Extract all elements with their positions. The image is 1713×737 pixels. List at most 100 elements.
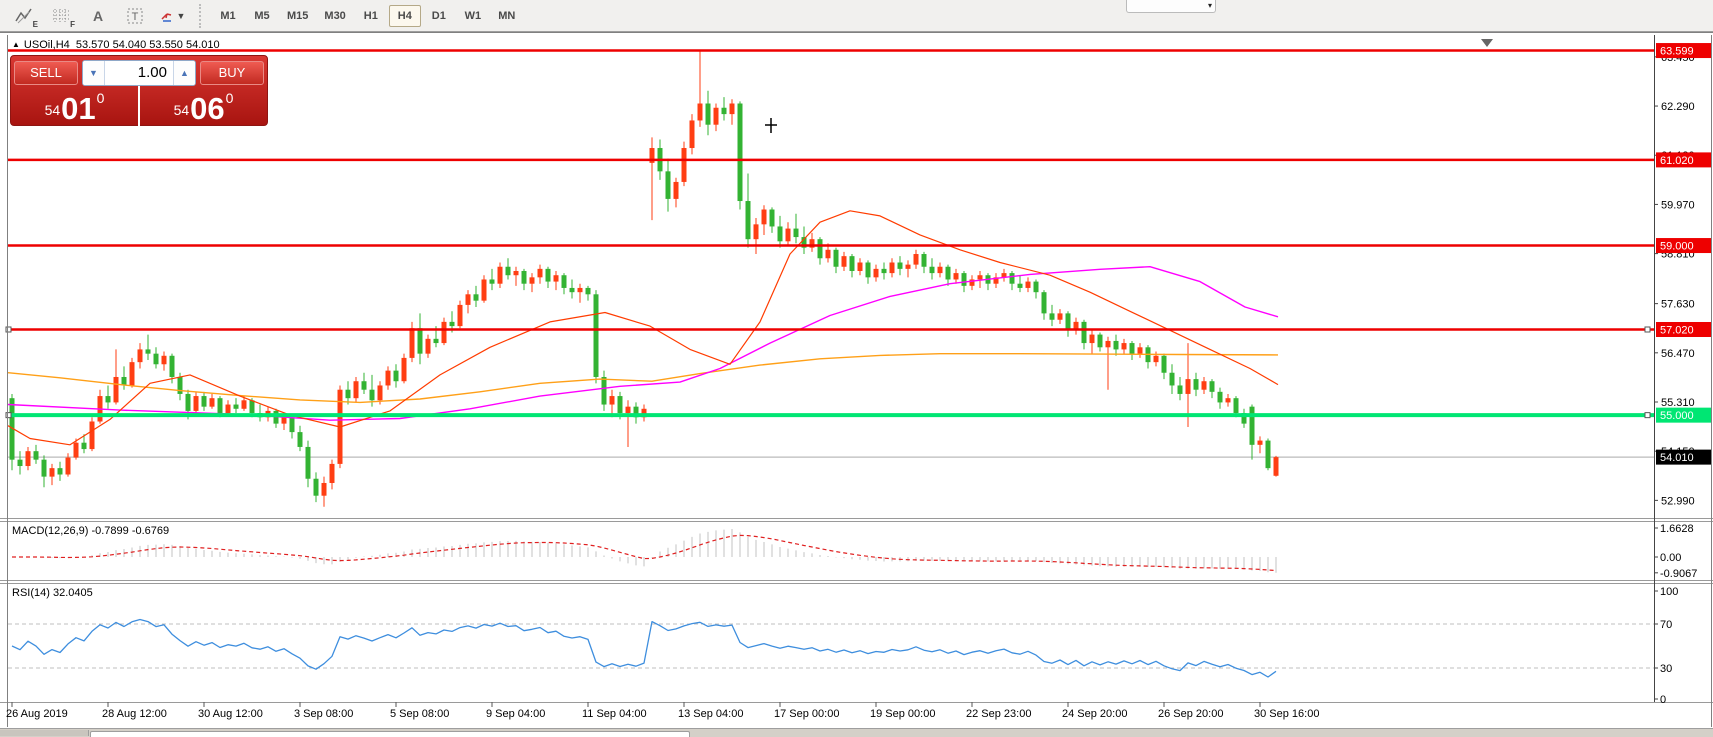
price-tick-label: 56.470 [1661,348,1695,360]
grid-icon[interactable]: F [45,3,77,29]
time-tick-label: 19 Sep 00:00 [870,708,935,720]
candle [514,271,519,275]
chevron-down-icon: ▼ [177,11,186,21]
candle [546,269,551,282]
candle [618,396,623,413]
chart-canvas[interactable]: 63.45062.29061.13059.97058.81057.63056.4… [0,33,1713,728]
candle [682,148,687,182]
candle [890,263,895,274]
candle [978,275,983,279]
candle [1106,341,1111,347]
candle [490,279,495,283]
candle [330,464,335,483]
candle [42,460,47,477]
timeframe-m30[interactable]: M30 [317,5,352,27]
candle [130,362,135,385]
candle [226,405,231,413]
panel-collapse-icon[interactable]: ▲ [12,40,20,49]
timeframe-m5[interactable]: M5 [246,5,278,27]
candle [114,377,119,402]
status-strip-panel [90,731,690,737]
macd-tick-label: -0.9067 [1660,568,1697,580]
objects-icon[interactable]: ▼ [156,3,188,29]
candle [1162,356,1167,373]
timeframe-mn[interactable]: MN [491,5,523,27]
one-click-trade-panel: SELL ▼ ▲ BUY 54 01 0 54 06 0 [10,55,268,126]
timeframe-w1[interactable]: W1 [457,5,489,27]
candle [1042,292,1047,313]
candle [74,443,79,458]
candle [930,267,935,273]
candle [554,275,559,281]
timeframe-h1[interactable]: H1 [355,5,387,27]
candle [818,239,823,258]
sell-button[interactable]: SELL [14,61,78,85]
volume-decrease-button[interactable]: ▼ [83,61,105,85]
candle [1058,313,1063,319]
buy-price-pipette: 0 [226,90,234,106]
candle [282,417,287,423]
volume-input[interactable] [105,61,173,85]
candle [578,288,583,292]
candle [498,267,503,284]
candle [306,447,311,479]
level-handle[interactable] [6,413,11,418]
candle [362,381,367,389]
candle [586,288,591,294]
candle [1186,379,1191,394]
candle [58,468,63,474]
timeframe-m15[interactable]: M15 [280,5,315,27]
candle [666,171,671,199]
timeframe-m1[interactable]: M1 [212,5,244,27]
buy-price[interactable]: 54 06 0 [140,86,267,126]
indicators-icon[interactable]: E [8,3,40,29]
candle [1090,335,1095,343]
candle [1266,441,1271,469]
candle [466,294,471,305]
volume-increase-button[interactable]: ▲ [173,61,195,85]
candle [154,354,159,365]
candle [210,398,215,406]
level-handle[interactable] [6,327,11,332]
candle [1082,322,1087,343]
candle [922,254,927,267]
timeframe-h4[interactable]: H4 [389,5,421,27]
level-handle[interactable] [1645,413,1650,418]
sell-price[interactable]: 54 01 0 [11,86,140,126]
candle [186,394,191,411]
time-tick-label: 3 Sep 08:00 [294,708,353,720]
level-handle[interactable] [1645,327,1650,332]
candle [906,265,911,269]
candle [1034,282,1039,293]
chart-window: 63.45062.29061.13059.97058.81057.63056.4… [0,32,1713,728]
candle [1098,335,1103,348]
rsi-indicator-label: RSI(14) 32.0405 [12,587,93,599]
font-icon[interactable]: A [82,3,114,29]
candle [530,277,535,283]
candle [82,443,87,449]
candle [714,108,719,125]
candle [1050,313,1055,319]
icon-subscript: F [70,20,75,29]
candle [402,358,407,381]
time-tick-label: 28 Aug 12:00 [102,708,167,720]
sell-price-big: 01 [61,96,95,122]
candle [1138,347,1143,353]
price-tick-label: 57.630 [1661,299,1695,311]
candle [1066,313,1071,330]
candle [170,356,175,377]
candle [1154,356,1159,362]
candle [762,210,767,225]
candle [194,396,199,411]
rsi-tick-label: 70 [1660,619,1672,631]
buy-button[interactable]: BUY [200,61,264,85]
candle [242,400,247,408]
toolbar-separator [199,4,201,28]
text-icon[interactable]: T [119,3,151,29]
candle [938,267,943,273]
timeframe-d1[interactable]: D1 [423,5,455,27]
toolbar-overflow-button[interactable]: ▾ [1126,0,1216,13]
candle [1202,381,1207,389]
candle [138,349,143,362]
candle [426,339,431,354]
